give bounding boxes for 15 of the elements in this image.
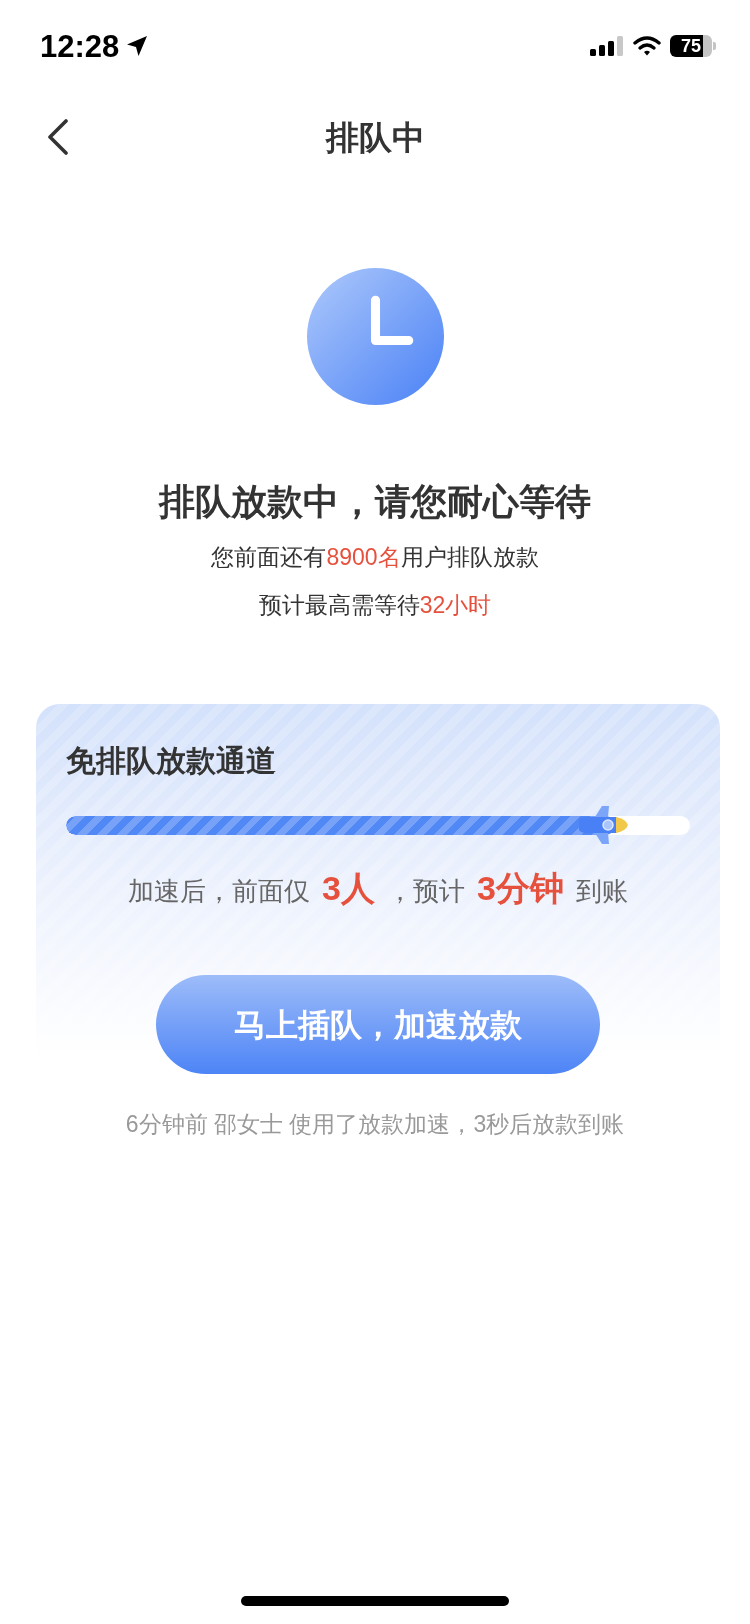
wifi-icon	[633, 36, 661, 56]
status-time: 12:28	[40, 30, 120, 62]
fast-lane-title: 免排队放款通道	[66, 743, 277, 779]
queue-heading: 排队放款中，请您耐心等待	[157, 480, 592, 524]
clock-icon	[306, 268, 444, 405]
signal-icon	[590, 36, 624, 56]
location-arrow-icon	[125, 34, 150, 58]
queue-info-text: 预计最高需等待32小时	[258, 591, 492, 620]
back-chevron-icon	[46, 119, 70, 155]
page-title: 排队中	[325, 120, 425, 154]
queue-info-text: 您前面还有8900名用户排队放款	[211, 543, 539, 572]
battery-level-text: 75	[681, 37, 701, 55]
speedup-estimate-text: 加速后，前面仅 3人 ，预计 3分钟 到账	[127, 868, 629, 909]
speed-up-button[interactable]: 马上插队，加速放款	[156, 975, 600, 1074]
recent-activity-text: 6分钟前 邵女士 使用了放款加速，3秒后放款到账	[124, 1110, 626, 1139]
